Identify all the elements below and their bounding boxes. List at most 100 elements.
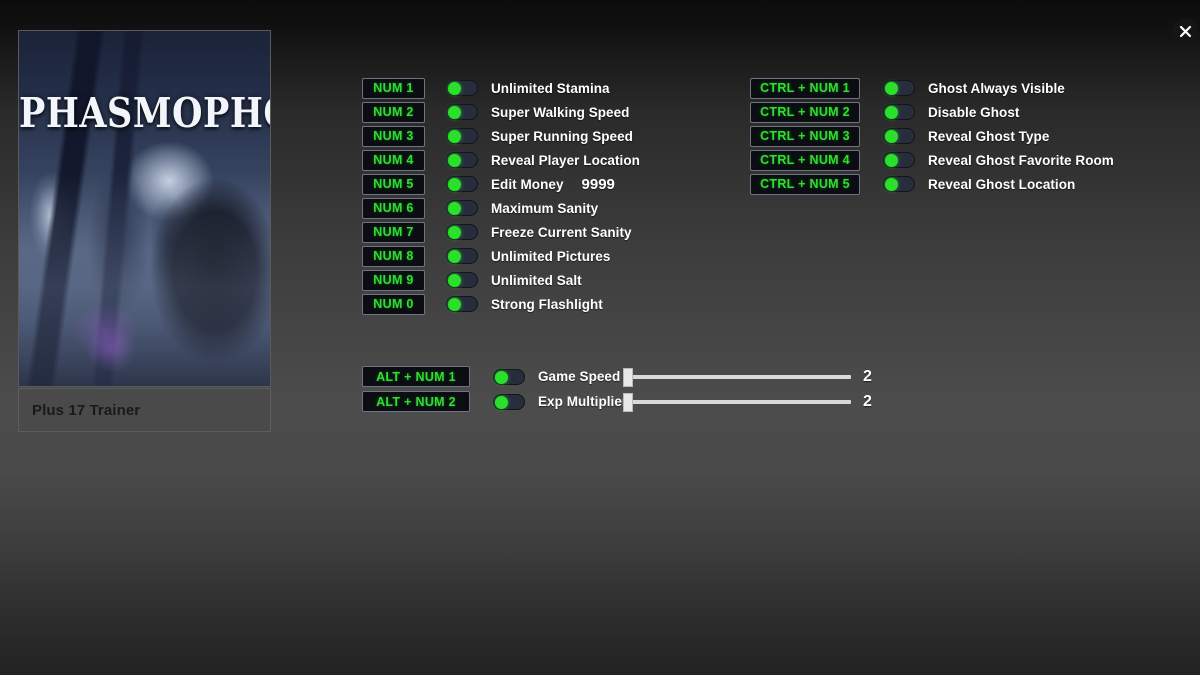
toggle-knob [885, 154, 898, 167]
game-cover-panel: PHASMOPHOBIA [18, 30, 271, 387]
toggle-knob [448, 178, 461, 191]
close-icon [1179, 25, 1191, 37]
slider-exp-multiplier[interactable] [623, 392, 851, 412]
toggle-knob [495, 395, 508, 409]
toggle-freeze-current-sanity[interactable] [446, 224, 478, 240]
hotkey-button-num-8[interactable]: NUM 8 [362, 245, 425, 267]
trainer-name-bar: Plus 17 Trainer [18, 388, 271, 432]
cheat-row: CTRL + NUM 3 Reveal Ghost Type [750, 124, 1114, 148]
toggle-reveal-ghost-type[interactable] [883, 128, 915, 144]
hotkey-button-num-3[interactable]: NUM 3 [362, 125, 425, 147]
toggle-super-running-speed[interactable] [446, 128, 478, 144]
cheat-label-reveal-ghost-type: Reveal Ghost Type [928, 128, 1050, 144]
toggle-knob [448, 130, 461, 143]
hotkey-button-ctrl-num-4[interactable]: CTRL + NUM 4 [750, 149, 860, 171]
close-button[interactable] [1172, 18, 1198, 44]
hotkey-button-num-4[interactable]: NUM 4 [362, 149, 425, 171]
cover-fog-overlay [19, 31, 270, 386]
cheat-label-unlimited-stamina: Unlimited Stamina [491, 80, 610, 96]
toggle-maximum-sanity[interactable] [446, 200, 478, 216]
hotkey-button-num-5[interactable]: NUM 5 [362, 173, 425, 195]
toggle-knob [448, 154, 461, 167]
cheat-row: NUM 2 Super Walking Speed [362, 100, 640, 124]
cheat-label-strong-flashlight: Strong Flashlight [491, 296, 603, 312]
cheat-label-super-running-speed: Super Running Speed [491, 128, 633, 144]
hotkey-button-alt-num-2[interactable]: ALT + NUM 2 [362, 391, 470, 412]
toggle-edit-money[interactable] [446, 176, 478, 192]
cheat-label-reveal-player-location: Reveal Player Location [491, 152, 640, 168]
cheat-label-ghost-always-visible: Ghost Always Visible [928, 80, 1065, 96]
cheat-row: CTRL + NUM 2 Disable Ghost [750, 100, 1114, 124]
toggle-knob [495, 370, 508, 384]
cheat-label-unlimited-salt: Unlimited Salt [491, 272, 582, 288]
slider-game-speed[interactable] [623, 367, 851, 387]
toggle-unlimited-stamina[interactable] [446, 80, 478, 96]
slider-value-exp-multiplier: 2 [863, 392, 872, 410]
toggle-exp-multiplier[interactable] [493, 393, 525, 410]
cheat-label-unlimited-pictures: Unlimited Pictures [491, 248, 611, 264]
cheat-row: NUM 5 Edit Money 9999 [362, 172, 640, 196]
cheat-row: CTRL + NUM 4 Reveal Ghost Favorite Room [750, 148, 1114, 172]
cheat-column-right: CTRL + NUM 1 Ghost Always Visible CTRL + N… [750, 76, 1114, 196]
cheat-label-maximum-sanity: Maximum Sanity [491, 200, 599, 216]
cheat-row: NUM 8 Unlimited Pictures [362, 244, 640, 268]
cheat-row: NUM 9 Unlimited Salt [362, 268, 640, 292]
toggle-ghost-always-visible[interactable] [883, 80, 915, 96]
cheat-value-edit-money[interactable]: 9999 [582, 176, 615, 193]
hotkey-button-num-6[interactable]: NUM 6 [362, 197, 425, 219]
hotkey-button-ctrl-num-2[interactable]: CTRL + NUM 2 [750, 101, 860, 123]
toggle-knob [448, 226, 461, 239]
toggle-reveal-ghost-favorite-room[interactable] [883, 152, 915, 168]
toggle-knob [448, 298, 461, 311]
toggle-knob [448, 202, 461, 215]
cheat-slider-row: ALT + NUM 2 Exp Multiplier 2 [362, 389, 872, 414]
toggle-knob [885, 82, 898, 95]
hotkey-button-num-0[interactable]: NUM 0 [362, 293, 425, 315]
trainer-name-label: Plus 17 Trainer [32, 401, 141, 419]
toggle-knob [885, 178, 898, 191]
hotkey-button-num-7[interactable]: NUM 7 [362, 221, 425, 243]
game-cover-title: PHASMOPHOBIA [19, 89, 270, 138]
slider-track[interactable] [623, 374, 851, 379]
cheat-row: CTRL + NUM 5 Reveal Ghost Location [750, 172, 1114, 196]
slider-track[interactable] [623, 399, 851, 404]
toggle-knob [448, 106, 461, 119]
cheat-column-left: NUM 1 Unlimited Stamina NUM 2 Super Walking… [362, 76, 640, 316]
cheat-row: CTRL + NUM 1 Ghost Always Visible [750, 76, 1114, 100]
slider-handle[interactable] [623, 392, 633, 412]
cheat-label-super-walking-speed: Super Walking Speed [491, 104, 630, 120]
toggle-unlimited-salt[interactable] [446, 272, 478, 288]
cheat-label-reveal-ghost-favorite-room: Reveal Ghost Favorite Room [928, 152, 1114, 168]
slider-value-game-speed: 2 [863, 367, 872, 385]
cheat-label-disable-ghost: Disable Ghost [928, 104, 1020, 120]
hotkey-button-ctrl-num-5[interactable]: CTRL + NUM 5 [750, 173, 860, 195]
toggle-knob [448, 82, 461, 95]
hotkey-button-num-2[interactable]: NUM 2 [362, 101, 425, 123]
toggle-knob [885, 130, 898, 143]
cheat-row: NUM 0 Strong Flashlight [362, 292, 640, 316]
cheat-row: NUM 3 Super Running Speed [362, 124, 640, 148]
toggle-strong-flashlight[interactable] [446, 296, 478, 312]
cheat-slider-row: ALT + NUM 1 Game Speed 2 [362, 364, 872, 389]
hotkey-button-alt-num-1[interactable]: ALT + NUM 1 [362, 366, 470, 387]
toggle-reveal-player-location[interactable] [446, 152, 478, 168]
cheat-row: NUM 4 Reveal Player Location [362, 148, 640, 172]
cheat-label-edit-money: Edit Money [491, 176, 564, 192]
cheat-row: NUM 6 Maximum Sanity [362, 196, 640, 220]
cheat-column-sliders: ALT + NUM 1 Game Speed 2 ALT + NUM 2 Exp Mul… [362, 364, 872, 414]
toggle-knob [885, 106, 898, 119]
toggle-knob [448, 274, 461, 287]
toggle-reveal-ghost-location[interactable] [883, 176, 915, 192]
toggle-super-walking-speed[interactable] [446, 104, 478, 120]
toggle-game-speed[interactable] [493, 368, 525, 385]
hotkey-button-ctrl-num-3[interactable]: CTRL + NUM 3 [750, 125, 860, 147]
hotkey-button-num-9[interactable]: NUM 9 [362, 269, 425, 291]
cheat-row: NUM 7 Freeze Current Sanity [362, 220, 640, 244]
cheat-label-reveal-ghost-location: Reveal Ghost Location [928, 176, 1076, 192]
cheat-row: NUM 1 Unlimited Stamina [362, 76, 640, 100]
hotkey-button-num-1[interactable]: NUM 1 [362, 77, 425, 99]
toggle-unlimited-pictures[interactable] [446, 248, 478, 264]
hotkey-button-ctrl-num-1[interactable]: CTRL + NUM 1 [750, 77, 860, 99]
toggle-disable-ghost[interactable] [883, 104, 915, 120]
slider-handle[interactable] [623, 367, 633, 387]
